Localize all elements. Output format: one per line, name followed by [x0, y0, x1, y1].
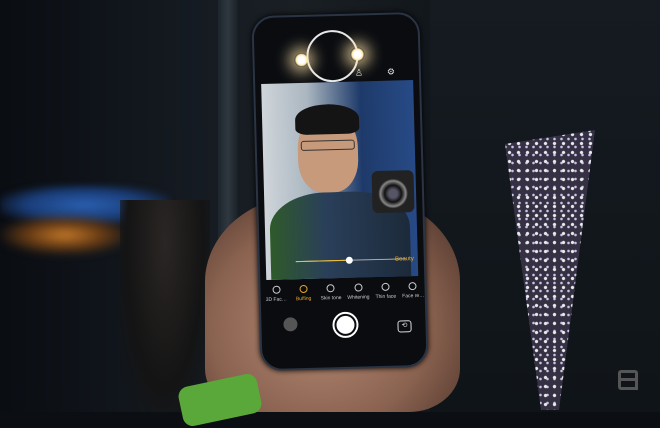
- subject-hair: [294, 103, 360, 136]
- warm-lights: [0, 215, 130, 255]
- beauty-label: Beauty: [395, 256, 414, 263]
- tab-label: Face re…: [402, 292, 425, 300]
- thin-face-icon: [381, 282, 390, 291]
- whitening-icon: [354, 283, 363, 292]
- buffing-icon: [299, 284, 308, 294]
- background-person: [120, 200, 210, 412]
- slider-knob[interactable]: [345, 256, 353, 264]
- camera-preview[interactable]: Beauty: [261, 80, 419, 280]
- flash-light-left: [294, 52, 309, 68]
- tab-thin-face[interactable]: Thin face: [372, 282, 399, 300]
- tab-label: 3D Fac…: [265, 296, 287, 303]
- engadget-logo: [618, 370, 638, 390]
- tab-label: Skin tone: [320, 294, 342, 302]
- shutter-inner: [336, 315, 355, 335]
- settings-icon[interactable]: ⚙: [387, 67, 395, 78]
- switch-camera-icon[interactable]: ⟲: [397, 320, 412, 333]
- tab-label: Buffing: [295, 295, 312, 303]
- tab-face-reshape[interactable]: Face re…: [399, 282, 426, 300]
- background-camera: [371, 170, 415, 214]
- shutter-button[interactable]: [332, 311, 359, 339]
- profile-icon[interactable]: ♙: [355, 67, 363, 78]
- skin-tone-icon: [326, 284, 335, 293]
- flash-light-right: [350, 47, 365, 62]
- plus-circle-icon: [271, 285, 281, 294]
- tab-label: Thin face: [375, 293, 397, 301]
- gallery-thumbnail[interactable]: [283, 317, 298, 332]
- tab-skin-tone[interactable]: Skin tone: [317, 284, 344, 302]
- tab-3d-face[interactable]: 3D Fac…: [262, 285, 289, 303]
- tab-whitening[interactable]: Whitening: [345, 283, 372, 301]
- phone: ♙ ⚙ Beauty 3D Fac… Buffing Skin tone Whi…: [251, 11, 429, 372]
- tab-buffing[interactable]: Buffing: [290, 284, 317, 303]
- face-reshape-icon: [408, 282, 418, 291]
- tab-label: Whitening: [347, 294, 370, 301]
- subject-glasses: [300, 139, 355, 152]
- beauty-tabs: 3D Fac… Buffing Skin tone Whitening Thin…: [262, 282, 426, 303]
